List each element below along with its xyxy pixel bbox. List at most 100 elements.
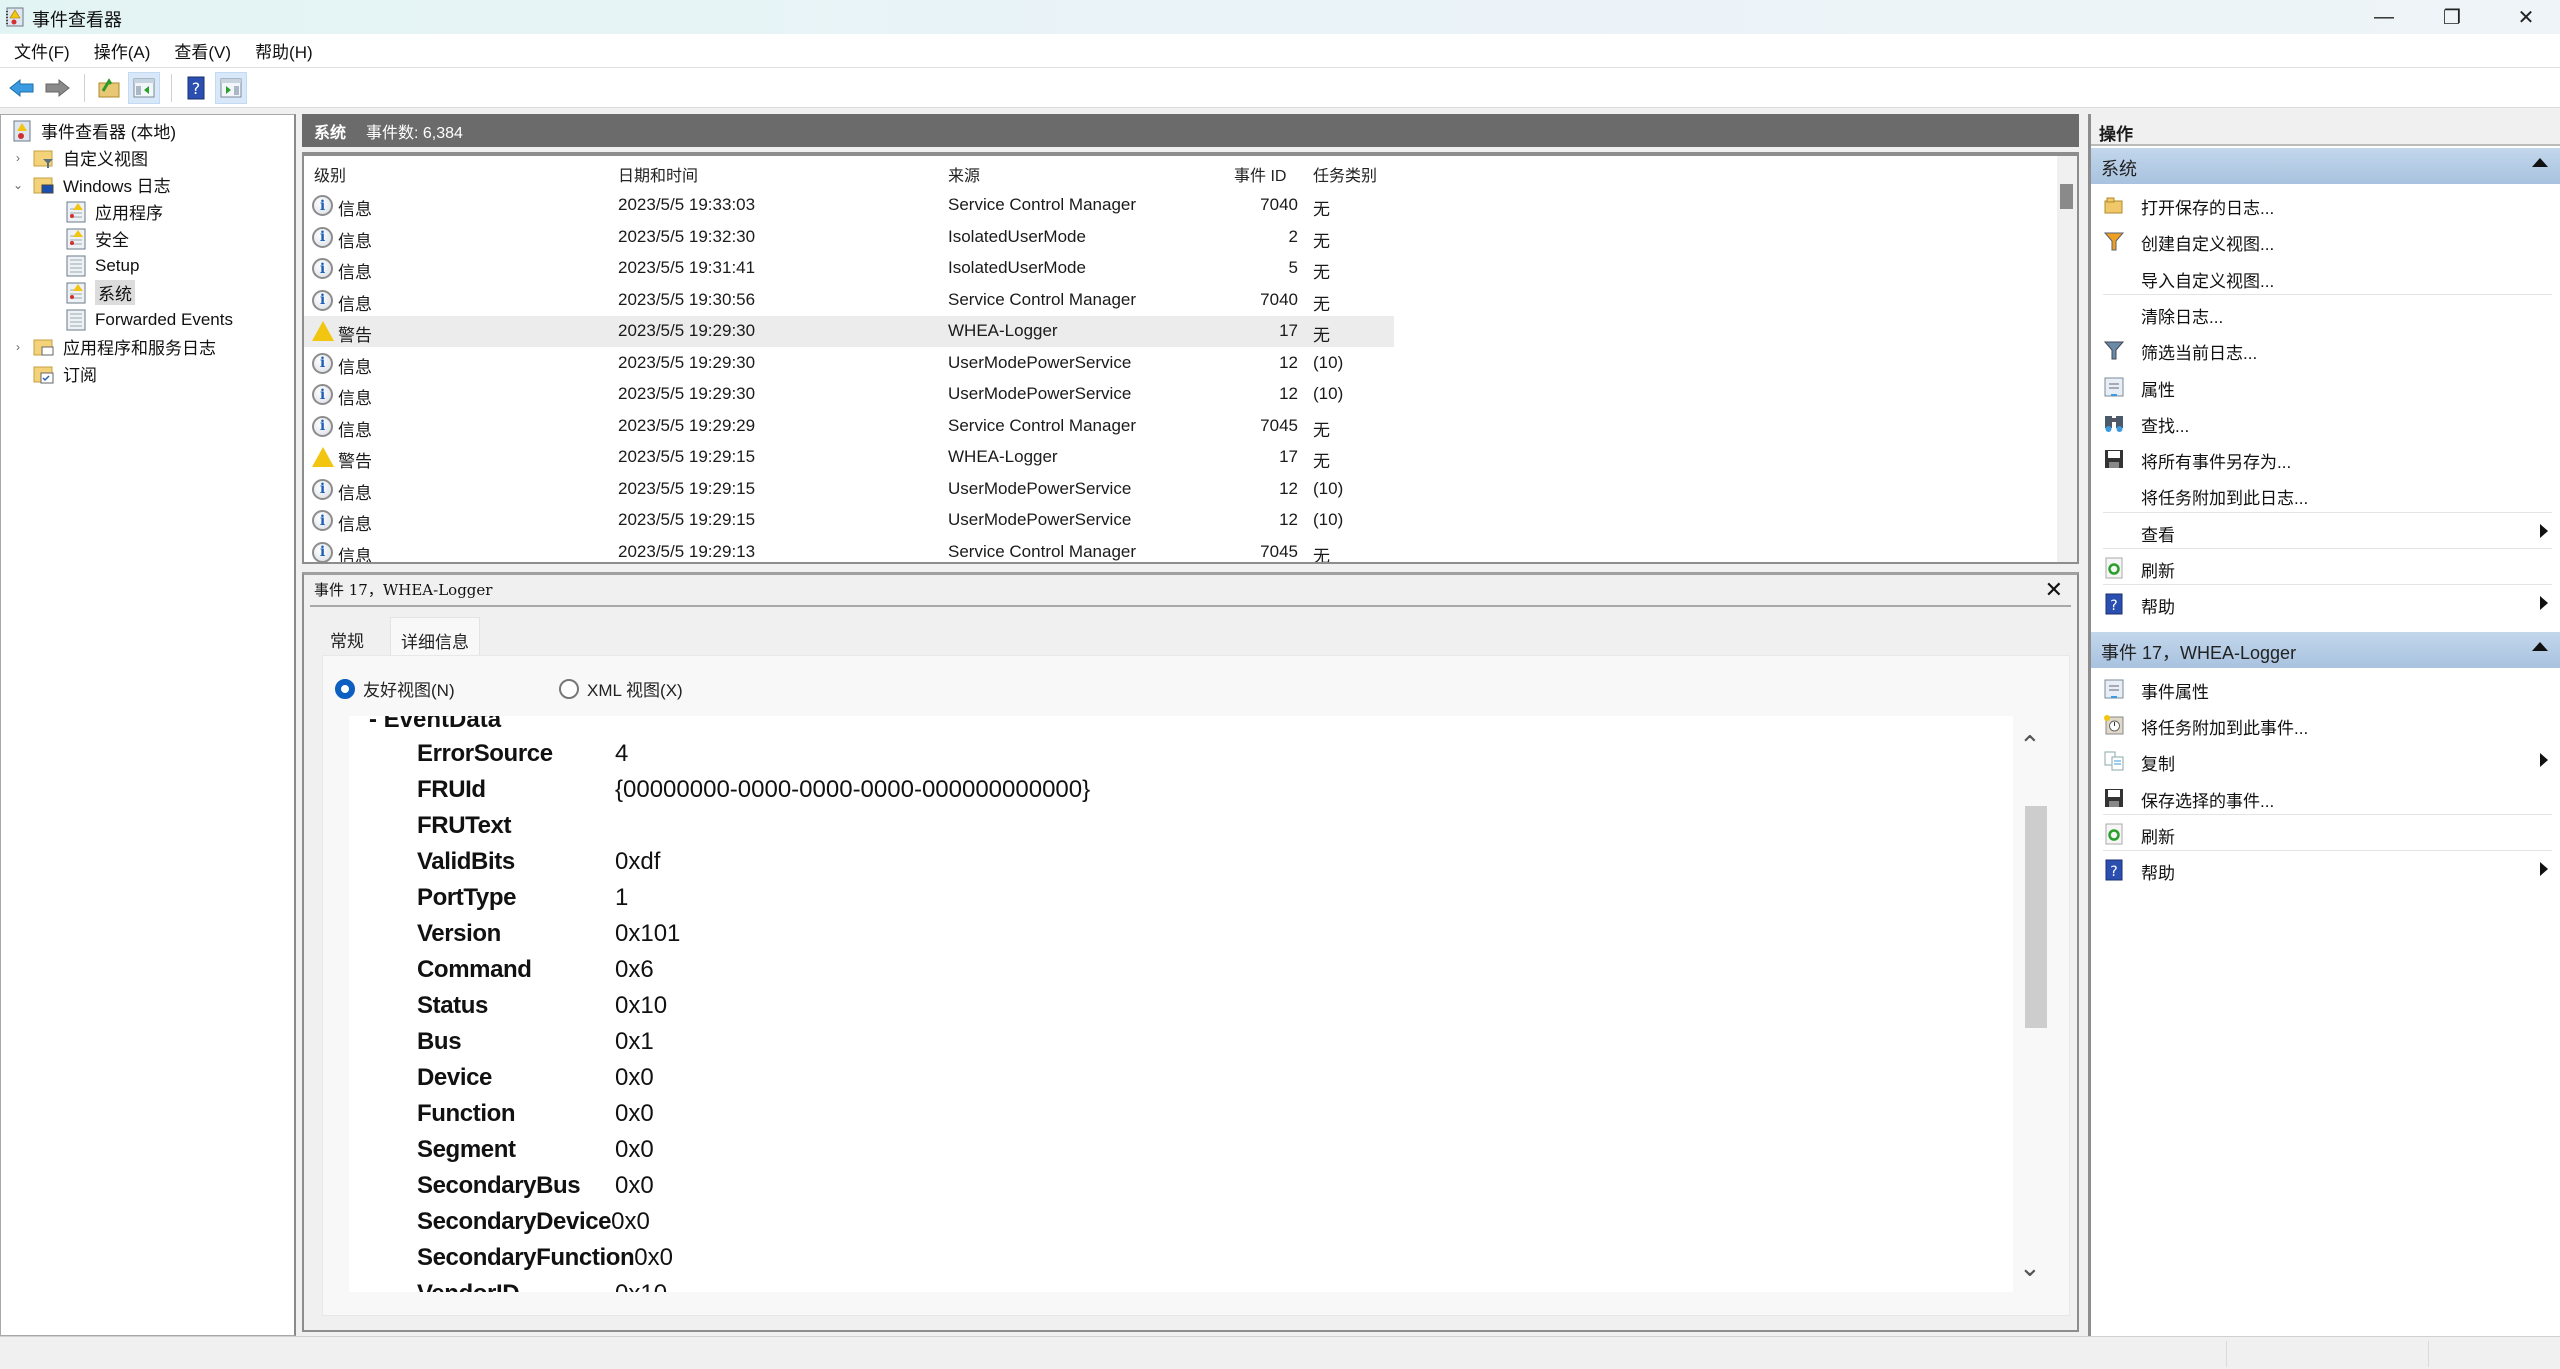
- tree-item-application[interactable]: 应用程序: [65, 198, 163, 225]
- action-item[interactable]: 保存选择的事件...: [2091, 779, 2560, 815]
- column-header-task-category[interactable]: 任务类别: [1313, 162, 1377, 186]
- event-row[interactable]: i 信息 2023/5/5 19:30:56 Service Control Mana…: [304, 285, 1394, 316]
- collapse-triangle-icon[interactable]: [2532, 641, 2548, 651]
- tree-item-subscriptions[interactable]: 订阅: [33, 360, 97, 387]
- column-header-datetime[interactable]: 日期和时间: [618, 162, 698, 186]
- tree-item-event-viewer-local[interactable]: 事件查看器 (本地): [11, 117, 176, 144]
- event-row[interactable]: i 信息 2023/5/5 19:29:30 UserModePowerService…: [304, 348, 1394, 379]
- forward-button[interactable]: [41, 72, 73, 104]
- action-item[interactable]: 创建自定义视图...: [2091, 222, 2560, 258]
- xml-view-radio[interactable]: XML 视图(X): [559, 676, 683, 701]
- menu-file[interactable]: 文件(F): [14, 38, 70, 63]
- menu-view[interactable]: 查看(V): [174, 38, 231, 63]
- show-hide-action-pane-button[interactable]: [215, 71, 247, 104]
- action-item[interactable]: ? 帮助: [2091, 585, 2560, 621]
- action-item[interactable]: 清除日志...: [2091, 295, 2560, 331]
- chevron-right-icon[interactable]: ›: [11, 151, 25, 165]
- action-item[interactable]: 刷新: [2091, 815, 2560, 851]
- save-icon: [2105, 450, 2123, 469]
- close-button[interactable]: ✕: [2492, 0, 2560, 34]
- event-row[interactable]: i 信息 2023/5/5 19:29:15 UserModePowerService…: [304, 505, 1394, 536]
- tree-item-setup[interactable]: Setup: [65, 252, 139, 279]
- chevron-down-icon[interactable]: ⌄: [11, 178, 25, 192]
- svg-text:?: ?: [2110, 864, 2117, 880]
- action-item[interactable]: 将任务附加到此事件...: [2091, 706, 2560, 742]
- list-scrollbar-thumb[interactable]: [2060, 184, 2073, 209]
- detail-scrollbar[interactable]: ⌃ ⌄: [2015, 716, 2049, 1292]
- field-key: Function: [417, 1100, 516, 1127]
- event-source: Service Control Manager: [948, 415, 1137, 435]
- action-section-header[interactable]: 事件 17，WHEA-Logger: [2091, 631, 2560, 668]
- action-item[interactable]: 查看: [2091, 513, 2560, 549]
- minimize-button[interactable]: —: [2350, 0, 2418, 34]
- action-label: 刷新: [2141, 827, 2175, 847]
- tree-item-security[interactable]: 安全: [65, 225, 129, 252]
- back-button[interactable]: [6, 72, 38, 104]
- tree-item-custom-views[interactable]: › 自定义视图: [11, 144, 148, 171]
- tab-details[interactable]: 详细信息: [390, 617, 480, 655]
- menu-action[interactable]: 操作(A): [94, 38, 151, 63]
- event-row[interactable]: 警告 2023/5/5 19:29:15 WHEA-Logger 17 无: [304, 442, 1394, 473]
- action-section-header[interactable]: 系统: [2091, 148, 2560, 184]
- field-key: FRUId: [417, 776, 486, 803]
- action-item[interactable]: 打开保存的日志...: [2091, 186, 2560, 222]
- tree-item-label: 订阅: [63, 366, 97, 385]
- friendly-view-radio[interactable]: 友好视图(N): [335, 676, 455, 701]
- list-scrollbar[interactable]: [2057, 156, 2077, 562]
- detail-close-button[interactable]: ✕: [2045, 577, 2063, 603]
- event-row[interactable]: i 信息 2023/5/5 19:32:30 IsolatedUserMode 2 无: [304, 222, 1394, 253]
- collapse-triangle-icon[interactable]: [2532, 158, 2548, 167]
- tree-item-forwarded-events[interactable]: Forwarded Events: [65, 306, 233, 333]
- action-item[interactable]: 将任务附加到此日志...: [2091, 476, 2560, 512]
- event-row[interactable]: i 信息 2023/5/5 19:29:30 UserModePowerService…: [304, 379, 1394, 410]
- event-level: 信息: [338, 420, 372, 440]
- event-row[interactable]: i 信息 2023/5/5 19:33:03 Service Control Mana…: [304, 190, 1394, 221]
- event-row[interactable]: 警告 2023/5/5 19:29:30 WHEA-Logger 17 无: [304, 316, 1394, 347]
- action-item[interactable]: ? 帮助: [2091, 851, 2560, 887]
- action-item[interactable]: 刷新: [2091, 549, 2560, 585]
- action-item[interactable]: 复制: [2091, 742, 2560, 778]
- event-level: 信息: [338, 357, 372, 377]
- info-icon: i: [312, 289, 333, 311]
- action-item[interactable]: 筛选当前日志...: [2091, 331, 2560, 367]
- column-header-source[interactable]: 来源: [948, 162, 980, 186]
- tree-item-windows-logs[interactable]: ⌄ Windows 日志: [11, 171, 171, 198]
- action-item[interactable]: 将所有事件另存为...: [2091, 440, 2560, 476]
- action-item[interactable]: 查找...: [2091, 404, 2560, 440]
- tree-item-system[interactable]: 系统: [65, 279, 135, 306]
- maximize-button[interactable]: ❐: [2418, 0, 2486, 34]
- tree-item-label: 安全: [95, 231, 129, 250]
- submenu-arrow-icon: [2540, 596, 2548, 611]
- action-item[interactable]: 事件属性: [2091, 670, 2560, 706]
- event-row[interactable]: i 信息 2023/5/5 19:29:29 Service Control Mana…: [304, 411, 1394, 442]
- event-detail-pane: 事件 17，WHEA-Logger ✕ 常规 详细信息 友好视图(N) XML …: [302, 572, 2079, 1332]
- column-header-level[interactable]: 级别: [314, 162, 346, 186]
- chevron-right-icon[interactable]: ›: [11, 340, 25, 354]
- help-button[interactable]: ?: [180, 72, 212, 104]
- event-row[interactable]: i 信息 2023/5/5 19:29:13 Service Control Mana…: [304, 537, 1394, 562]
- action-item[interactable]: 导入自定义视图...: [2091, 259, 2560, 295]
- show-hide-console-tree-button[interactable]: [128, 71, 160, 104]
- event-task-category: 无: [1313, 452, 1330, 471]
- svg-text:?: ?: [2110, 598, 2117, 614]
- status-bar: [0, 1336, 2560, 1369]
- field-key: Command: [417, 956, 532, 983]
- up-level-button[interactable]: [93, 72, 125, 104]
- scroll-down-icon[interactable]: ⌄: [2019, 1252, 2041, 1283]
- field-key: SecondaryBus: [417, 1172, 581, 1199]
- tree-item-app-service-logs[interactable]: › 应用程序和服务日志: [11, 333, 216, 360]
- tab-general[interactable]: 常规: [320, 617, 374, 655]
- event-source: WHEA-Logger: [948, 447, 1058, 466]
- menu-help[interactable]: 帮助(H): [255, 38, 313, 63]
- detail-scrollbar-thumb[interactable]: [2025, 806, 2047, 1028]
- event-row[interactable]: i 信息 2023/5/5 19:31:41 IsolatedUserMode 5 无: [304, 253, 1394, 284]
- field-key: Bus: [417, 1028, 462, 1055]
- event-level: 信息: [338, 263, 372, 282]
- event-row[interactable]: i 信息 2023/5/5 19:29:15 UserModePowerService…: [304, 474, 1394, 505]
- event-task-category: (10): [1313, 352, 1344, 372]
- event-data-field: SecondaryFunction 0x0: [417, 1244, 673, 1280]
- action-item[interactable]: 属性: [2091, 368, 2560, 404]
- scroll-up-icon[interactable]: ⌃: [2019, 730, 2041, 761]
- column-header-event-id[interactable]: 事件 ID: [1234, 162, 1286, 186]
- eventdata-section-header[interactable]: - EventData: [369, 716, 501, 734]
